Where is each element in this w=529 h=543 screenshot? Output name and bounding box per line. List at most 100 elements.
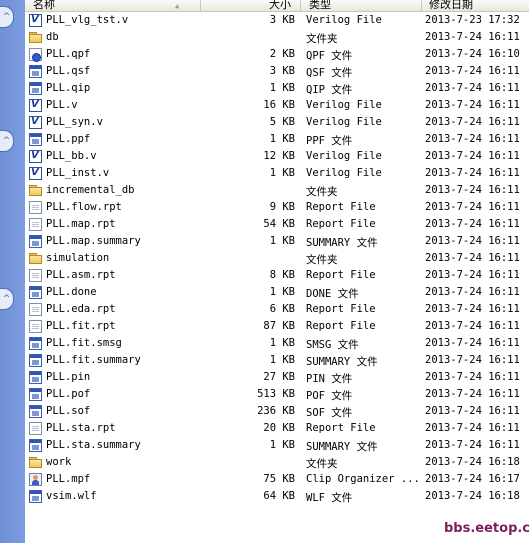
file-row[interactable]: V PLL_vlg_tst.v 3 KB Verilog File 2013-7-23 … [25,12,529,29]
file-row[interactable]: vsim.wlf 64 KB WLF 文件 2013-7-24 16:18 [25,488,529,505]
file-size: 1 KB [269,337,295,349]
column-name-header[interactable]: 名称 [33,0,55,11]
file-type: 文件夹 [306,186,338,198]
file-name: simulation [46,252,110,264]
column-divider[interactable] [421,0,422,11]
column-modified-header[interactable]: 修改日期 [429,0,473,11]
file-name: PLL.flow.rpt [46,201,122,213]
file-type: SUMMARY 文件 [306,356,378,368]
file-row[interactable]: PLL.sta.summary 1 KB SUMMARY 文件 2013-7-24 1… [25,437,529,454]
file-size: 3 KB [269,14,295,26]
file-size: 20 KB [263,422,295,434]
file-type: Verilog File [306,14,382,26]
column-divider[interactable] [200,0,201,11]
file-type: SUMMARY 文件 [306,237,378,249]
verilog-file-icon: V [29,99,42,112]
file-icon-slot [29,133,42,146]
file-size: 1 KB [269,439,295,451]
file-row[interactable]: simulation 文件夹 2013-7-24 16:11 [25,250,529,267]
file-modified-date: 2013-7-24 16:11 [425,184,520,196]
file-type: QIP 文件 [306,84,353,96]
column-divider[interactable] [300,0,301,11]
file-row[interactable]: PLL.fit.smsg 1 KB SMSG 文件 2013-7-24 16:11 [25,335,529,352]
file-name: vsim.wlf [46,490,97,502]
file-row[interactable]: PLL.map.rpt 54 KB Report File 2013-7-24 16:… [25,216,529,233]
file-row[interactable]: incremental_db 文件夹 2013-7-24 16:11 [25,182,529,199]
file-size: 2 KB [269,48,295,60]
file-row[interactable]: PLL.done 1 KB DONE 文件 2013-7-24 16:11 [25,284,529,301]
file-row[interactable]: PLL.pin 27 KB PIN 文件 2013-7-24 16:11 [25,369,529,386]
file-modified-date: 2013-7-24 16:11 [425,303,520,315]
file-row[interactable]: V PLL_bb.v 12 KB Verilog File 2013-7-24 16:1… [25,148,529,165]
file-modified-date: 2013-7-24 16:11 [425,405,520,417]
column-size-header[interactable]: 大小 [269,0,291,11]
column-type-header[interactable]: 类型 [309,0,331,11]
file-icon-slot [29,82,42,95]
file-name: PLL.fit.smsg [46,337,122,349]
file-icon-slot [29,201,42,214]
file-row[interactable]: PLL.qsf 3 KB QSF 文件 2013-7-24 16:11 [25,63,529,80]
file-type: SMSG 文件 [306,339,359,351]
file-name: PLL_vlg_tst.v [46,14,129,26]
file-row[interactable]: PLL.ppf 1 KB PPF 文件 2013-7-24 16:11 [25,131,529,148]
file-type: 文件夹 [306,254,338,266]
file-row[interactable]: PLL.qpf 2 KB QPF 文件 2013-7-24 16:10 [25,46,529,63]
file-type: Report File [306,303,376,315]
file-row[interactable]: db 文件夹 2013-7-24 16:11 [25,29,529,46]
app-file-icon [29,286,42,299]
file-name: PLL.fit.summary [46,354,141,366]
file-row[interactable]: work 文件夹 2013-7-24 16:18 [25,454,529,471]
file-modified-date: 2013-7-24 16:11 [425,337,520,349]
file-row[interactable]: PLL.flow.rpt 9 KB Report File 2013-7-24 16:… [25,199,529,216]
file-name: PLL.qip [46,82,91,94]
file-row[interactable]: V PLL_inst.v 1 KB Verilog File 2013-7-24 16:… [25,165,529,182]
chevron-up-icon: ^ [2,294,11,304]
file-modified-date: 2013-7-24 16:11 [425,388,520,400]
verilog-file-icon: V [29,116,42,129]
file-name: work [46,456,72,468]
file-row[interactable]: PLL.pof 513 KB POF 文件 2013-7-24 16:11 [25,386,529,403]
watermark: bbs.eetop.cn [444,521,529,536]
file-row[interactable]: PLL.asm.rpt 8 KB Report File 2013-7-24 16:1… [25,267,529,284]
file-row[interactable]: V PLL_syn.v 5 KB Verilog File 2013-7-24 16:1… [25,114,529,131]
file-size: 1 KB [269,235,295,247]
document-icon [29,422,42,435]
collapse-button[interactable]: ^ [0,6,14,28]
file-size: 8 KB [269,269,295,281]
document-icon [29,269,42,282]
collapse-button[interactable]: ^ [0,288,14,310]
file-type: QPF 文件 [306,50,353,62]
file-icon-slot: V [29,99,42,112]
file-icon-slot [29,65,42,78]
file-type: Verilog File [306,99,382,111]
file-row[interactable]: PLL.sta.rpt 20 KB Report File 2013-7-24 16:… [25,420,529,437]
file-icon-slot [29,269,42,282]
file-row[interactable]: PLL.map.summary 1 KB SUMMARY 文件 2013-7-24 1… [25,233,529,250]
file-name: PLL_inst.v [46,167,110,179]
file-row[interactable]: PLL.sof 236 KB SOF 文件 2013-7-24 16:11 [25,403,529,420]
verilog-file-icon: V [29,150,42,163]
file-name: PLL_bb.v [46,150,97,162]
verilog-file-icon: V [29,167,42,180]
file-row[interactable]: PLL.mpf 75 KB Clip Organizer ... 2013-7-24 … [25,471,529,488]
file-row[interactable]: V PLL.v 16 KB Verilog File 2013-7-24 16:11 [25,97,529,114]
file-size: 3 KB [269,65,295,77]
file-modified-date: 2013-7-24 16:11 [425,422,520,434]
collapse-button[interactable]: ^ [0,130,14,152]
file-size: 513 KB [257,388,295,400]
file-name: PLL.map.rpt [46,218,116,230]
file-type: WLF 文件 [306,492,353,504]
file-modified-date: 2013-7-24 16:18 [425,456,520,468]
quartus-project-icon [29,48,42,62]
app-file-icon [29,405,42,418]
file-row[interactable]: PLL.fit.rpt 87 KB Report File 2013-7-24 16:… [25,318,529,335]
file-modified-date: 2013-7-24 16:11 [425,269,520,281]
file-icon-slot: V [29,150,42,163]
file-row[interactable]: PLL.qip 1 KB QIP 文件 2013-7-24 16:11 [25,80,529,97]
file-type: 文件夹 [306,33,338,45]
file-row[interactable]: PLL.fit.summary 1 KB SUMMARY 文件 2013-7-24 1… [25,352,529,369]
file-row[interactable]: PLL.eda.rpt 6 KB Report File 2013-7-24 16:1… [25,301,529,318]
file-type: Verilog File [306,150,382,162]
file-name: PLL.asm.rpt [46,269,116,281]
file-icon-slot [29,388,42,401]
